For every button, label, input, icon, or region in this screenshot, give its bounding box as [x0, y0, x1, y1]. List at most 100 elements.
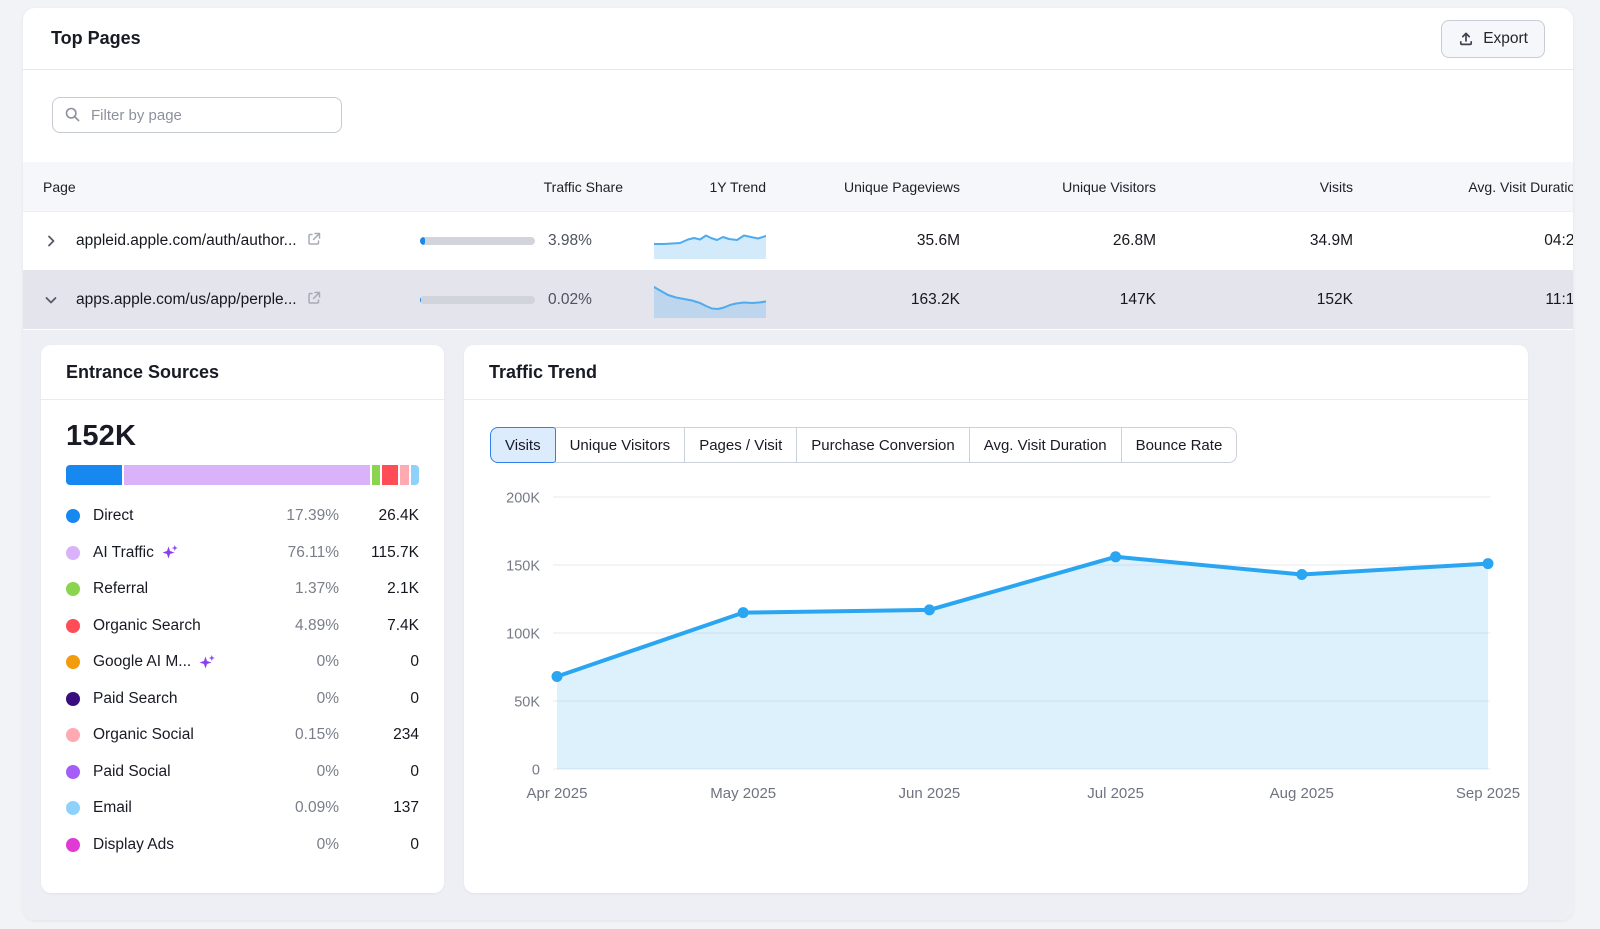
column-header-1y-trend: 1Y Trend	[623, 179, 766, 195]
legend-value: 137	[339, 799, 419, 817]
column-header-visits: Visits	[1156, 179, 1353, 195]
chart-data-point[interactable]	[1296, 569, 1307, 580]
legend-label: Email	[93, 799, 267, 817]
traffic-share-bar	[420, 237, 535, 245]
chevron-down-icon[interactable]	[43, 292, 59, 308]
tab-visits[interactable]: Visits	[490, 427, 556, 463]
legend-item: Google AI M... 0%0	[66, 644, 419, 681]
top-pages-card: Top Pages Export	[23, 8, 1573, 920]
x-axis-tick-label: Sep 2025	[1456, 785, 1520, 802]
column-header-unique-visitors: Unique Visitors	[960, 179, 1156, 195]
legend-label-text: Paid Social	[93, 763, 171, 781]
export-button[interactable]: Export	[1441, 20, 1545, 58]
legend-label: Organic Search	[93, 617, 267, 635]
table-row[interactable]: appleid.apple.com/auth/author...3.98%35.…	[23, 211, 1573, 270]
filter-input-wrapper	[52, 97, 342, 133]
y-axis-tick-label: 0	[532, 763, 540, 779]
legend-label: Paid Search	[93, 690, 267, 708]
x-axis-tick-label: Apr 2025	[527, 785, 588, 802]
legend-value: 26.4K	[339, 507, 419, 525]
export-label: Export	[1483, 30, 1528, 48]
filter-input[interactable]	[52, 97, 342, 133]
entrance-total-value: 152K	[66, 420, 419, 453]
unique-visitors-value: 26.8M	[960, 232, 1156, 250]
legend-label-text: Referral	[93, 580, 148, 598]
legend-label-text: Display Ads	[93, 836, 174, 854]
legend-dot	[66, 728, 80, 742]
legend-percent: 1.37%	[267, 580, 339, 598]
column-header-traffic-share: Traffic Share	[403, 179, 623, 195]
entrance-bar-segment-referral	[372, 465, 380, 485]
trend-sparkline	[654, 282, 766, 318]
legend-value: 115.7K	[339, 544, 419, 562]
legend-label-text: AI Traffic	[93, 544, 154, 562]
y-axis-tick-label: 150K	[506, 559, 540, 575]
chart-data-point[interactable]	[1483, 558, 1494, 569]
chart-data-point[interactable]	[1110, 551, 1121, 562]
tab-purchase-conversion[interactable]: Purchase Conversion	[796, 427, 969, 463]
visits-value: 152K	[1156, 291, 1353, 309]
column-header-label: Page	[43, 179, 76, 195]
legend-item: Organic Social0.15%234	[66, 717, 419, 754]
legend-percent: 0%	[267, 653, 339, 671]
trend-sparkline	[654, 223, 766, 259]
tab-unique-visitors[interactable]: Unique Visitors	[555, 427, 686, 463]
x-axis-tick-label: Jul 2025	[1087, 785, 1144, 802]
legend-dot	[66, 765, 80, 779]
legend-value: 0	[339, 653, 419, 671]
external-link-icon[interactable]	[306, 290, 322, 311]
export-icon	[1458, 31, 1474, 47]
traffic-share-bar-fill	[420, 237, 425, 245]
legend-label: Organic Social	[93, 726, 267, 744]
legend-percent: 0.15%	[267, 726, 339, 744]
table-body: appleid.apple.com/auth/author...3.98%35.…	[23, 211, 1573, 329]
avg-visit-duration-value: 04:25	[1353, 232, 1573, 250]
table-row[interactable]: apps.apple.com/us/app/perple...0.02%163.…	[23, 270, 1573, 329]
metric-tabs: VisitsUnique VisitorsPages / VisitPurcha…	[490, 427, 1502, 463]
column-header-label: 1Y Trend	[709, 179, 766, 195]
entrance-sources-title: Entrance Sources	[41, 345, 444, 400]
legend-item: Direct 17.39%26.4K	[66, 498, 419, 535]
tab-avg-visit-duration[interactable]: Avg. Visit Duration	[969, 427, 1122, 463]
tab-pages-visit[interactable]: Pages / Visit	[684, 427, 797, 463]
legend-value: 0	[339, 763, 419, 781]
chevron-right-icon[interactable]	[43, 233, 59, 249]
legend-value: 7.4K	[339, 617, 419, 635]
legend-dot	[66, 801, 80, 815]
traffic-share-bar	[420, 296, 535, 304]
column-header-page: Page	[23, 179, 403, 195]
legend-label: Google AI M...	[93, 653, 267, 671]
visits-area-chart: 050K100K150K200KApr 2025May 2025Jun 2025…	[490, 476, 1528, 821]
legend-label-text: Organic Search	[93, 617, 201, 635]
x-axis-tick-label: Jun 2025	[899, 785, 961, 802]
tab-bounce-rate[interactable]: Bounce Rate	[1121, 427, 1238, 463]
legend-value: 0	[339, 836, 419, 854]
legend-label: Paid Social	[93, 763, 267, 781]
legend-percent: 17.39%	[267, 507, 339, 525]
traffic-trend-body: VisitsUnique VisitorsPages / VisitPurcha…	[464, 427, 1528, 826]
legend-label-text: Organic Social	[93, 726, 194, 744]
page-cell: apps.apple.com/us/app/perple...	[23, 290, 403, 311]
legend-percent: 0%	[267, 836, 339, 854]
column-header-unique-pageviews: Unique Pageviews	[766, 179, 960, 195]
legend-item: Email0.09%137	[66, 790, 419, 827]
traffic-share-cell: 3.98%	[403, 232, 623, 250]
legend-dot	[66, 509, 80, 523]
chart-data-point[interactable]	[552, 671, 563, 682]
trend-cell	[623, 223, 766, 259]
page-link[interactable]: apps.apple.com/us/app/perple...	[76, 291, 297, 309]
column-header-label: Visits	[1320, 179, 1353, 195]
legend-percent: 0%	[267, 763, 339, 781]
legend-label-text: Email	[93, 799, 132, 817]
chart-data-point[interactable]	[738, 607, 749, 618]
external-link-icon[interactable]	[306, 231, 322, 252]
column-header-label: Traffic Share	[544, 179, 623, 195]
ai-sparkle-icon	[199, 654, 216, 671]
entrance-bar-segment-direct	[66, 465, 122, 485]
x-axis-tick-label: May 2025	[710, 785, 776, 802]
legend-label-text: Direct	[93, 507, 133, 525]
entrance-bar-segment-organic-search	[382, 465, 398, 485]
page-link[interactable]: appleid.apple.com/auth/author...	[76, 232, 297, 250]
chart-data-point[interactable]	[924, 604, 935, 615]
legend-label-text: Google AI M...	[93, 653, 191, 671]
